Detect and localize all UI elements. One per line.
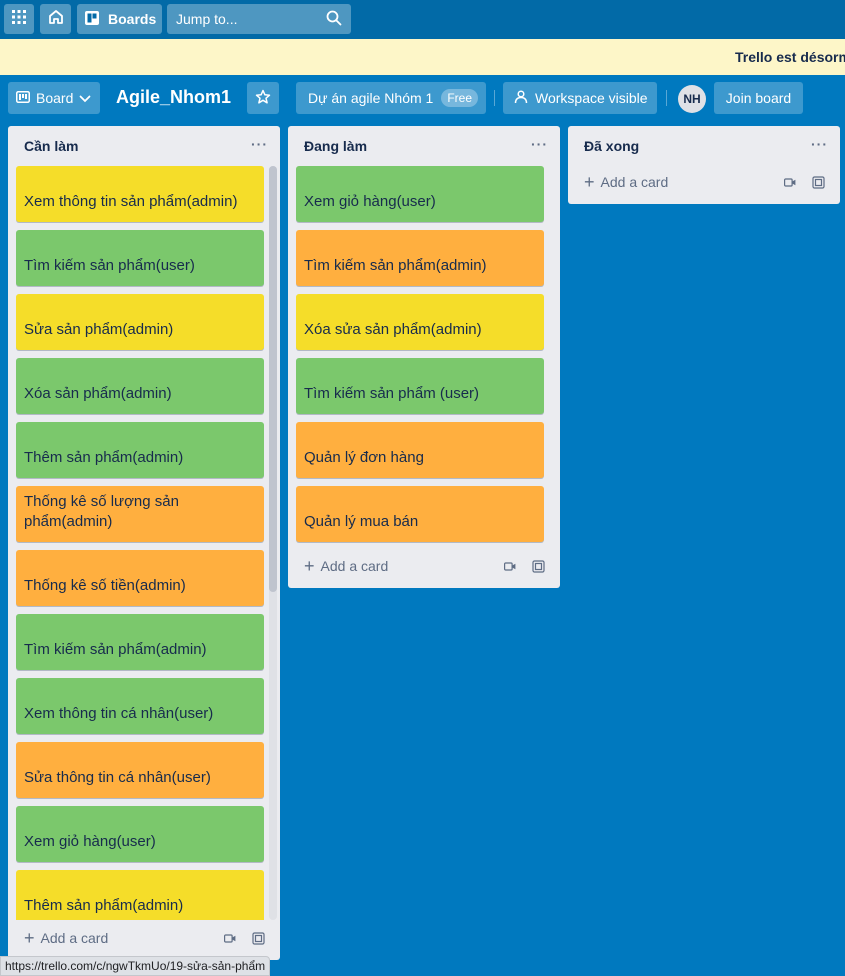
card-title: Xóa sản phẩm(admin) — [24, 385, 172, 402]
card-title: Xem giỏ hàng(user) — [24, 833, 156, 850]
camera-icon[interactable] — [782, 174, 798, 190]
card[interactable]: Sửa thông tin cá nhân(user) — [16, 742, 264, 798]
banner-text: Trello est désorm — [735, 49, 845, 65]
card-list: Xem giỏ hàng(user) Tìm kiếm sản phẩm(admi… — [296, 166, 552, 550]
list-dang-lam: Đang làm ··· Xem giỏ hàng(user) Tìm kiếm … — [288, 126, 560, 588]
search-icon — [326, 10, 342, 29]
card-title: Xóa sửa sản phẩm(admin) — [304, 321, 482, 338]
search-input[interactable]: Jump to... — [167, 4, 351, 34]
search-placeholder: Jump to... — [176, 11, 238, 27]
card-title: Quản lý mua bán — [304, 513, 419, 530]
add-card-label: Add a card — [40, 930, 109, 946]
plus-icon: + — [584, 172, 595, 192]
template-icon[interactable] — [810, 174, 826, 190]
card-title: Sửa sản phẩm(admin) — [24, 321, 174, 338]
card-title: Tìm kiếm sản phẩm (user) — [304, 385, 480, 402]
boards-button[interactable]: Boards — [77, 4, 162, 34]
star-icon — [255, 89, 271, 108]
card[interactable]: Thêm sản phẩm(admin) — [16, 870, 264, 920]
home-button[interactable] — [40, 4, 71, 34]
card-list: Xem thông tin sản phẩm(admin) Tìm kiếm sả… — [16, 166, 272, 920]
plus-icon: + — [304, 556, 315, 576]
card[interactable]: Xem giỏ hàng(user) — [296, 166, 544, 222]
camera-icon[interactable] — [502, 558, 518, 574]
card[interactable]: Xóa sản phẩm(admin) — [16, 358, 264, 414]
board-view-switcher[interactable]: Board — [8, 82, 100, 114]
people-icon — [513, 89, 529, 107]
add-card-label: Add a card — [600, 174, 669, 190]
card-title: Thống kê số tiền(admin) — [24, 577, 186, 594]
workspace-label: Dự án agile Nhóm 1 — [308, 90, 434, 106]
star-board-button[interactable] — [247, 82, 279, 114]
list-title[interactable]: Cần làm — [24, 138, 78, 154]
list-scrollbar[interactable] — [269, 166, 277, 920]
card-title: Thống kê số lượng sản phẩm(admin) — [24, 493, 179, 530]
list-menu-button[interactable]: ··· — [251, 136, 268, 152]
workspace-button[interactable]: Dự án agile Nhóm 1 Free — [296, 82, 486, 114]
card-title: Tìm kiếm sản phẩm(admin) — [24, 641, 207, 658]
card[interactable]: Xem thông tin cá nhân(user) — [16, 678, 264, 734]
avatar[interactable]: NH — [678, 85, 706, 113]
home-icon — [48, 9, 64, 30]
add-card-button[interactable]: + Add a card — [24, 926, 108, 950]
visibility-label: Workspace visible — [535, 90, 648, 106]
header-divider — [666, 90, 667, 106]
camera-icon[interactable] — [222, 930, 238, 946]
list-title[interactable]: Đang làm — [304, 138, 367, 154]
top-nav: Boards Jump to... — [0, 0, 845, 39]
card-title: Tìm kiếm sản phẩm(admin) — [304, 257, 487, 274]
card[interactable]: Xem giỏ hàng(user) — [16, 806, 264, 862]
boards-icon — [84, 10, 100, 29]
card[interactable]: Thống kê số lượng sản phẩm(admin) — [16, 486, 264, 542]
card[interactable]: Thống kê số tiền(admin) — [16, 550, 264, 606]
card[interactable]: Tìm kiếm sản phẩm(user) — [16, 230, 264, 286]
add-card-button[interactable]: + Add a card — [304, 554, 388, 578]
apps-button[interactable] — [4, 4, 34, 34]
card-title: Sửa thông tin cá nhân(user) — [24, 769, 211, 786]
template-icon[interactable] — [250, 930, 266, 946]
boards-label: Boards — [108, 11, 157, 27]
announcement-banner: Trello est désorm — [0, 39, 845, 75]
list-da-xong: Đã xong ··· + Add a card — [568, 126, 840, 204]
template-icon[interactable] — [530, 558, 546, 574]
card[interactable]: Xem thông tin sản phẩm(admin) — [16, 166, 264, 222]
add-card-button[interactable]: + Add a card — [584, 170, 668, 194]
grid-icon — [12, 9, 26, 29]
card[interactable]: Quản lý đơn hàng — [296, 422, 544, 478]
card[interactable]: Tìm kiếm sản phẩm(admin) — [16, 614, 264, 670]
card-title: Xem thông tin cá nhân(user) — [24, 705, 214, 722]
plus-icon: + — [24, 928, 35, 948]
free-badge: Free — [441, 89, 479, 107]
scrollbar-thumb[interactable] — [269, 166, 277, 592]
card[interactable]: Tìm kiếm sản phẩm (user) — [296, 358, 544, 414]
card[interactable]: Xóa sửa sản phẩm(admin) — [296, 294, 544, 350]
status-url: https://trello.com/c/ngwTkmUo/19-sửa-sản… — [0, 956, 271, 976]
list-menu-button[interactable]: ··· — [531, 136, 548, 152]
join-board-button[interactable]: Join board — [714, 82, 803, 114]
card[interactable]: Thêm sản phẩm(admin) — [16, 422, 264, 478]
card[interactable]: Tìm kiếm sản phẩm(admin) — [296, 230, 544, 286]
chevron-down-icon — [79, 90, 91, 106]
header-divider — [494, 90, 495, 106]
list-menu-button[interactable]: ··· — [811, 136, 828, 152]
list-title[interactable]: Đã xong — [584, 138, 639, 154]
card[interactable]: Quản lý mua bán — [296, 486, 544, 542]
add-card-label: Add a card — [320, 558, 389, 574]
card[interactable]: Sửa sản phẩm(admin) — [16, 294, 264, 350]
card-title: Thêm sản phẩm(admin) — [24, 897, 184, 914]
card-title: Quản lý đơn hàng — [304, 449, 424, 466]
card-title: Thêm sản phẩm(admin) — [24, 449, 184, 466]
visibility-button[interactable]: Workspace visible — [503, 82, 657, 114]
board-view-icon — [16, 90, 30, 106]
card-title: Tìm kiếm sản phẩm(user) — [24, 257, 195, 274]
list-can-lam: Cần làm ··· Xem thông tin sản phẩm(admin… — [8, 126, 280, 960]
card-title: Xem giỏ hàng(user) — [304, 193, 436, 210]
board-view-label: Board — [36, 90, 74, 106]
card-title: Xem thông tin sản phẩm(admin) — [24, 193, 238, 210]
board-title[interactable]: Agile_Nhom1 — [116, 87, 231, 108]
